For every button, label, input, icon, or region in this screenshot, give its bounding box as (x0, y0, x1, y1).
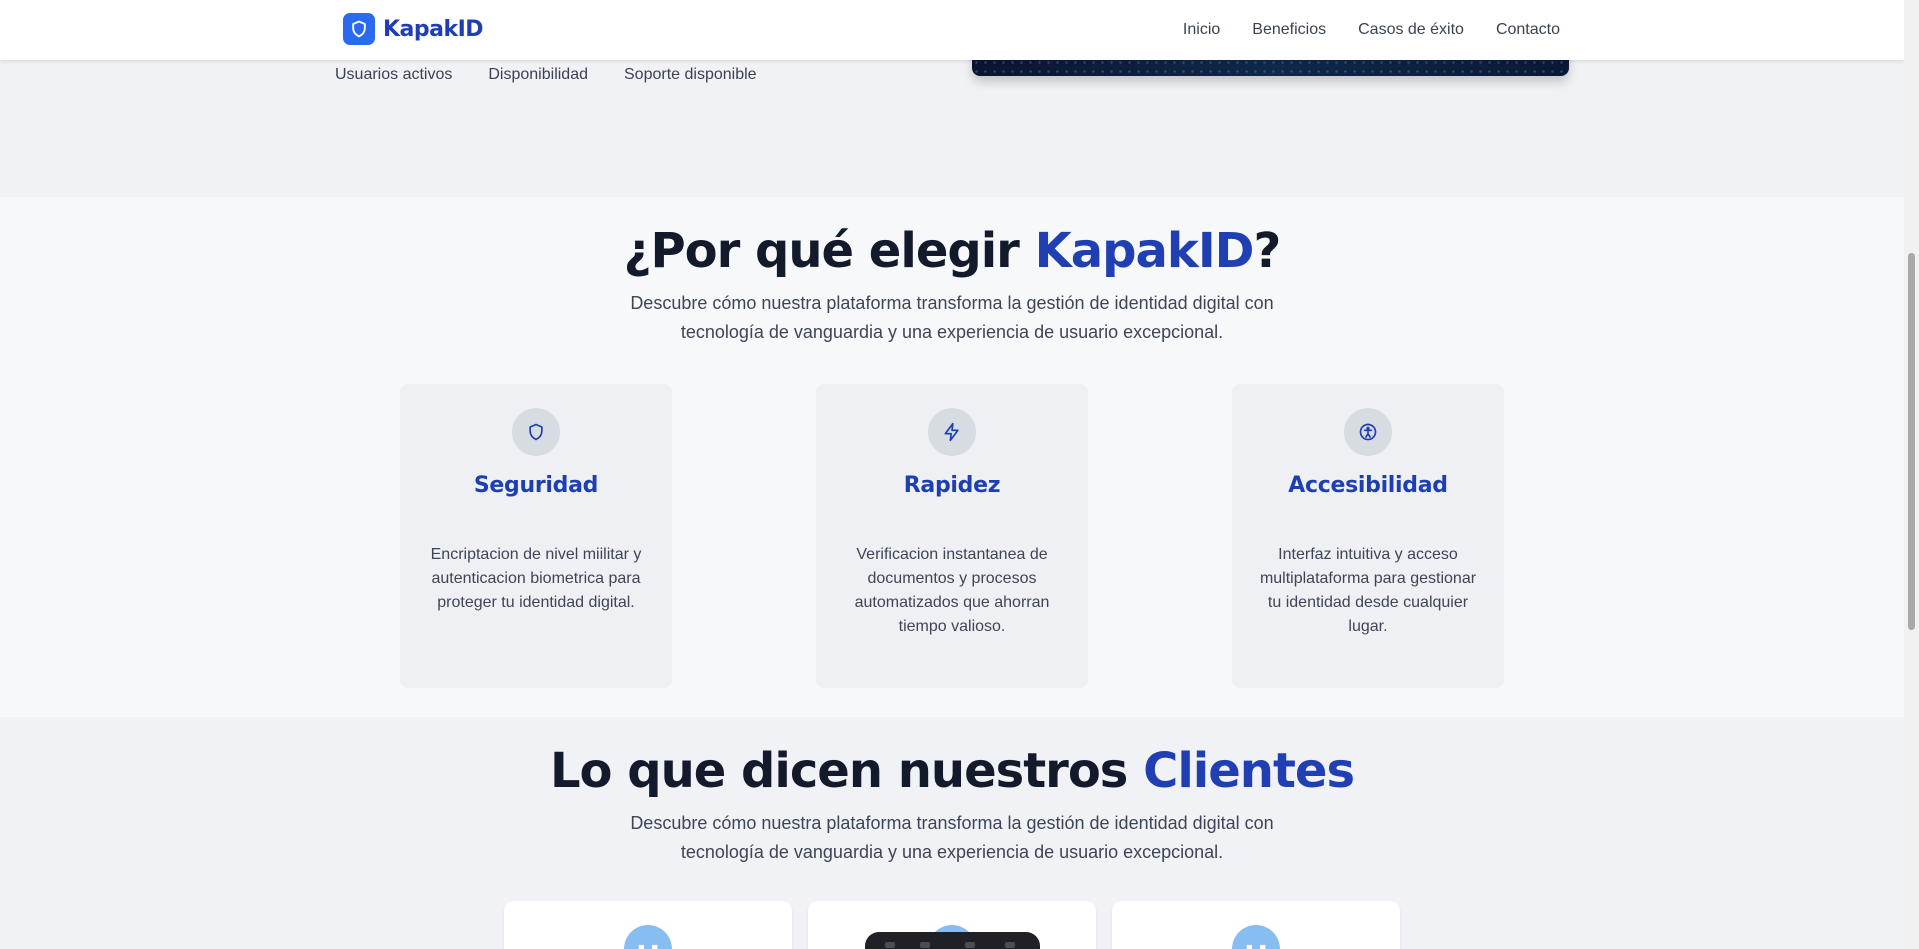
nav-link-inicio[interactable]: Inicio (1183, 21, 1220, 39)
nav-link-casos-de-exito[interactable]: Casos de éxito (1358, 21, 1464, 39)
feature-title: Rapidez (903, 473, 1001, 498)
dock-item-icon[interactable] (1005, 942, 1015, 948)
feature-card-seguridad: Seguridad Encriptacion de nivel miilitar… (400, 384, 672, 688)
dock-item-icon[interactable] (885, 942, 895, 948)
why-title: ¿Por qué elegir KapakID? (623, 223, 1282, 279)
nav-link-contacto[interactable]: Contacto (1496, 21, 1560, 39)
feature-card-rapidez: Rapidez Verificacion instantanea de docu… (816, 384, 1088, 688)
feature-card-accesibilidad: Accesibilidad Interfaz intuitiva y acces… (1232, 384, 1504, 688)
why-section: ¿Por qué elegir KapakID? Descubre cómo n… (0, 197, 1904, 717)
quote-avatar-icon: ❚❚ (1232, 925, 1280, 949)
dock-item-icon[interactable] (965, 942, 975, 948)
top-navbar: KapakID Inicio Beneficios Casos de éxito… (0, 0, 1904, 60)
stat-label-soporte: Soporte disponible (624, 66, 757, 83)
hero-stats: Usuarios activos Disponibilidad Soporte … (335, 66, 757, 84)
nav-link-beneficios[interactable]: Beneficios (1252, 21, 1326, 39)
stat-label-disponibilidad: Disponibilidad (488, 66, 588, 83)
page-scrollbar[interactable] (1904, 0, 1919, 949)
brand-logo-link[interactable]: KapakID (343, 13, 484, 45)
why-subtitle: Descubre cómo nuestra plataforma transfo… (630, 293, 1274, 342)
testimonials-subtitle: Descubre cómo nuestra plataforma transfo… (630, 813, 1274, 862)
shield-icon (343, 13, 375, 45)
lightning-icon (928, 408, 976, 456)
feature-description: Encriptacion de nivel miilitar y autenti… (430, 546, 642, 611)
brand-name: KapakID (383, 16, 484, 42)
scrollbar-thumb[interactable] (1908, 253, 1915, 630)
floating-dock[interactable] (865, 932, 1040, 949)
testimonials-title-accent: Clientes (1143, 743, 1355, 799)
stat-label-usuarios: Usuarios activos (335, 66, 453, 83)
quote-avatar-icon: ❚❚ (624, 925, 672, 949)
feature-description: Interfaz intuitiva y acceso multiplatafo… (1259, 546, 1477, 635)
dock-item-icon[interactable] (920, 942, 930, 948)
testimonial-card: ❚❚ (504, 901, 792, 949)
feature-description: Verificacion instantanea de documentos y… (854, 546, 1050, 635)
testimonials-title: Lo que dicen nuestros Clientes (549, 743, 1355, 799)
testimonials-section: Lo que dicen nuestros Clientes Descubre … (0, 717, 1904, 949)
main-nav: Inicio Beneficios Casos de éxito Contact… (1183, 0, 1560, 60)
feature-title: Seguridad (473, 473, 599, 498)
testimonial-card: ❚❚ (1112, 901, 1400, 949)
why-title-accent: KapakID (1034, 223, 1255, 279)
accessibility-icon (1344, 408, 1392, 456)
shield-icon (512, 408, 560, 456)
feature-title: Accesibilidad (1288, 473, 1448, 498)
